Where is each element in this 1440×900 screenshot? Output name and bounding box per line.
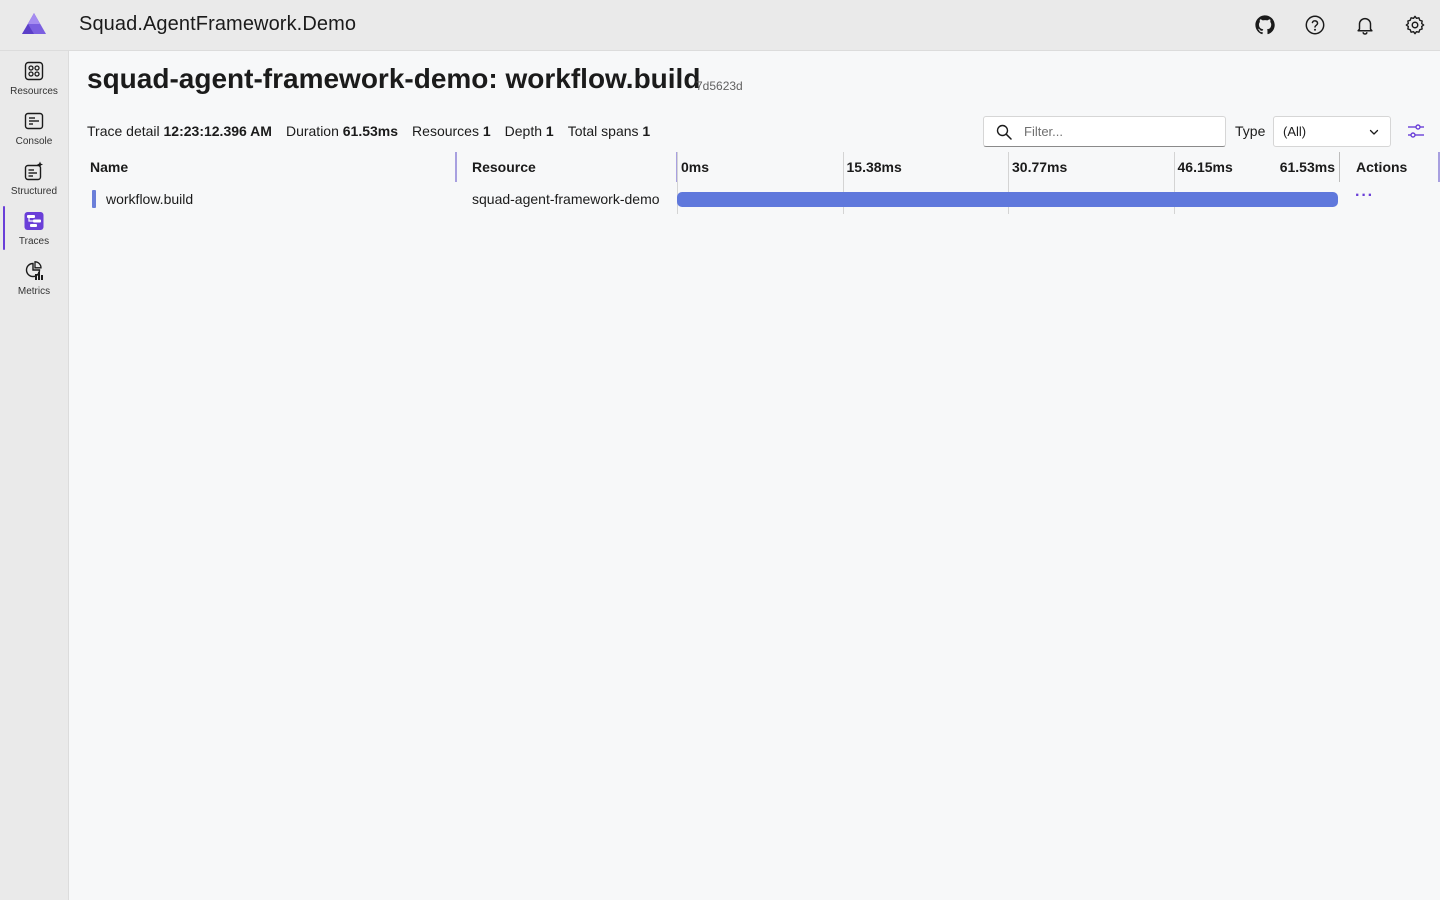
resources-icon — [23, 60, 45, 82]
metrics-icon — [23, 260, 45, 282]
summary-depth: Depth 1 — [505, 123, 554, 139]
settings-icon[interactable] — [1403, 13, 1427, 37]
table-row[interactable]: workflow.build squad-agent-framework-dem… — [87, 185, 1440, 213]
sidebar-item-metrics[interactable]: Metrics — [0, 256, 68, 304]
timeline-tick-label: 61.53ms — [1279, 159, 1335, 175]
summary-label: Trace detail — [87, 123, 160, 139]
column-header-actions: Actions — [1356, 159, 1408, 175]
summary-value: 12:23:12.396 AM — [163, 123, 272, 139]
console-icon — [23, 110, 45, 132]
sidebar-item-label: Console — [15, 136, 53, 147]
trace-grid: Name Resource 0ms 15.38ms 30.77ms 46.15ms 61… — [87, 152, 1440, 222]
app-title[interactable]: Squad.AgentFramework.Demo — [79, 13, 356, 36]
span-duration-bar[interactable] — [677, 192, 1338, 207]
timeline-tick-label: 15.38ms — [846, 159, 902, 175]
type-filter-select[interactable]: (All) — [1273, 116, 1391, 147]
notifications-icon[interactable] — [1353, 13, 1377, 37]
summary-label: Resources — [412, 123, 479, 139]
summary-resources: Resources 1 — [412, 123, 491, 139]
timeline-tick-label: 30.77ms — [1012, 159, 1068, 175]
span-depth-marker — [92, 190, 96, 208]
traces-icon — [23, 210, 45, 232]
summary-label: Duration — [285, 123, 339, 139]
sidebar-item-label: Structured — [10, 186, 58, 197]
trace-summary: Trace detail 12:23:12.396 AM Duration 61… — [87, 123, 650, 139]
summary-value: 61.53ms — [342, 123, 399, 139]
summary-value: 1 — [482, 123, 491, 139]
trace-id: 7d5623d — [696, 79, 743, 93]
app-logo-icon[interactable] — [20, 12, 48, 36]
column-header-resource[interactable]: Resource — [472, 152, 536, 182]
column-resize-handle[interactable] — [455, 152, 457, 182]
sidebar-item-structured[interactable]: Structured — [0, 156, 68, 204]
structured-icon — [23, 160, 45, 182]
page-title: squad-agent-framework-demo: workflow.bui… — [87, 63, 701, 94]
search-icon — [996, 124, 1012, 140]
summary-trace-detail: Trace detail 12:23:12.396 AM — [87, 123, 272, 139]
sidebar-item-resources[interactable]: Resources — [0, 56, 68, 104]
summary-label: Depth — [504, 123, 543, 139]
github-icon[interactable] — [1253, 13, 1277, 37]
column-header-name[interactable]: Name — [90, 152, 128, 182]
type-filter-value: (All) — [1283, 124, 1307, 139]
summary-value: 1 — [545, 123, 554, 139]
summary-total-spans: Total spans 1 — [568, 123, 651, 139]
sidebar-item-label: Resources — [10, 86, 58, 97]
column-divider — [1339, 152, 1340, 182]
filter-box — [983, 116, 1226, 147]
row-actions-button[interactable]: ··· — [1355, 187, 1374, 205]
span-name[interactable]: workflow.build — [106, 191, 193, 207]
type-filter-label: Type — [1235, 123, 1266, 139]
timeline-tick-label: 46.15ms — [1177, 159, 1233, 175]
help-icon[interactable] — [1303, 13, 1327, 37]
sidebar-item-label: Metrics — [17, 286, 51, 297]
filter-settings-icon[interactable] — [1406, 121, 1426, 141]
top-header: Squad.AgentFramework.Demo — [0, 0, 1440, 51]
sidebar-item-console[interactable]: Console — [0, 106, 68, 154]
side-navigation: Resources Console Structured Traces Metr… — [0, 51, 69, 900]
span-resource: squad-agent-framework-demo — [472, 191, 660, 207]
timeline-tick-label: 0ms — [681, 159, 710, 175]
summary-duration: Duration 61.53ms — [286, 123, 398, 139]
summary-value: 1 — [642, 123, 651, 139]
filter-input[interactable] — [1024, 124, 1214, 139]
summary-label: Total spans — [567, 123, 639, 139]
sidebar-item-traces[interactable]: Traces — [0, 206, 68, 254]
sidebar-item-label: Traces — [18, 236, 50, 247]
chevron-down-icon — [1369, 129, 1379, 135]
